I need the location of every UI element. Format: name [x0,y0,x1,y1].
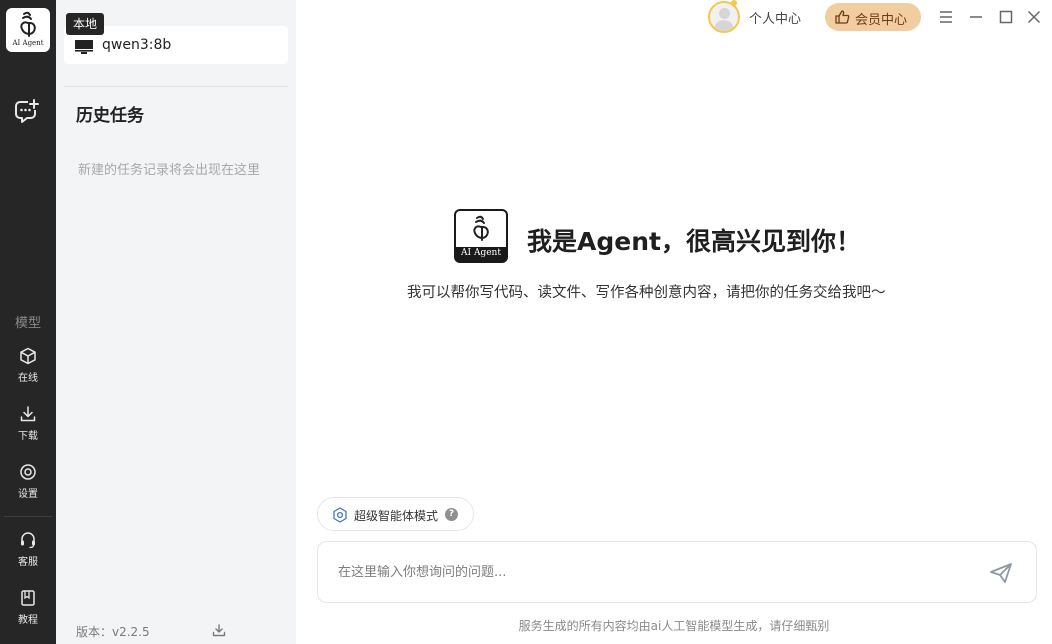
book-icon [21,590,35,606]
models-section-label: 模型 [14,316,41,331]
agent-logo-mark [456,211,506,247]
rail-divider [4,516,52,517]
hero-subtitle: 我可以帮你写代码、读文件、写作各种创意内容，请把你的任务交给我吧～ [407,285,886,301]
thumbs-up-icon [835,10,850,24]
new-chat-icon [15,99,39,123]
avatar-body [714,20,734,31]
maximize-icon[interactable] [997,8,1015,26]
local-model-tag: 本地 [66,13,105,35]
agent-logo-text: AI Agent [461,248,501,258]
atom-icon [333,507,347,523]
vip-center-button[interactable]: 会员中心 [825,3,921,31]
super-agent-mode-label: 超级智能体模式 [354,509,439,523]
settings-icon [20,464,36,480]
send-icon[interactable] [989,562,1013,584]
hero-title: 我是Agent，很高兴见到你！ [527,227,861,256]
avatar-crown-icon [731,0,737,6]
history-panel: qwen3:8b 本地 历史任务 新建的任务记录将会出现在这里 版本：v2.2.… [56,0,296,644]
help-icon[interactable]: ? [445,508,458,521]
avatar-head [719,8,730,19]
avatar[interactable] [708,1,740,33]
download-icon [20,406,36,422]
logo-text: AI Agent [12,39,44,47]
history-title: 历史任务 [76,106,144,126]
nav-settings-label: 设置 [18,489,38,500]
ai-disclaimer: 服务生成的所有内容均由ai人工智能模型生成，请仔细甄别 [518,619,830,633]
chat-input-box [317,541,1037,603]
left-rail: AI Agent 模型 在线 下载 设置 客服 教程 [0,0,56,644]
cube-icon [20,347,36,365]
headset-icon [21,532,35,549]
history-empty-hint: 新建的任务记录将会出现在这里 [78,163,261,178]
app-logo: AI Agent [6,8,50,52]
new-chat-button[interactable] [14,99,42,125]
model-name: qwen3:8b [102,37,172,53]
nav-download[interactable]: 下载 [0,405,56,451]
chat-input[interactable] [338,560,958,584]
hand-logo-icon [473,215,489,241]
super-agent-mode-toggle[interactable]: 超级智能体模式 ? [317,497,474,531]
vip-center-label: 会员中心 [855,13,908,28]
menu-icon[interactable] [937,8,955,26]
close-icon[interactable] [1025,8,1043,26]
hand-logo-icon [20,11,36,37]
computer-icon [75,40,93,54]
panel-divider [64,86,288,87]
nav-support[interactable]: 客服 [0,531,56,577]
minimize-icon[interactable] [967,8,985,26]
disclaimer-wrapper: 服务生成的所有内容均由ai人工智能模型生成，请仔细甄别 [0,617,1052,634]
nav-settings[interactable]: 设置 [0,463,56,509]
nav-support-label: 客服 [18,557,38,568]
nav-online[interactable]: 在线 [0,347,56,393]
profile-center-link[interactable]: 个人中心 [749,8,801,27]
nav-download-label: 下载 [18,431,38,442]
agent-logo: AI Agent [454,209,508,263]
nav-online-label: 在线 [18,373,38,384]
